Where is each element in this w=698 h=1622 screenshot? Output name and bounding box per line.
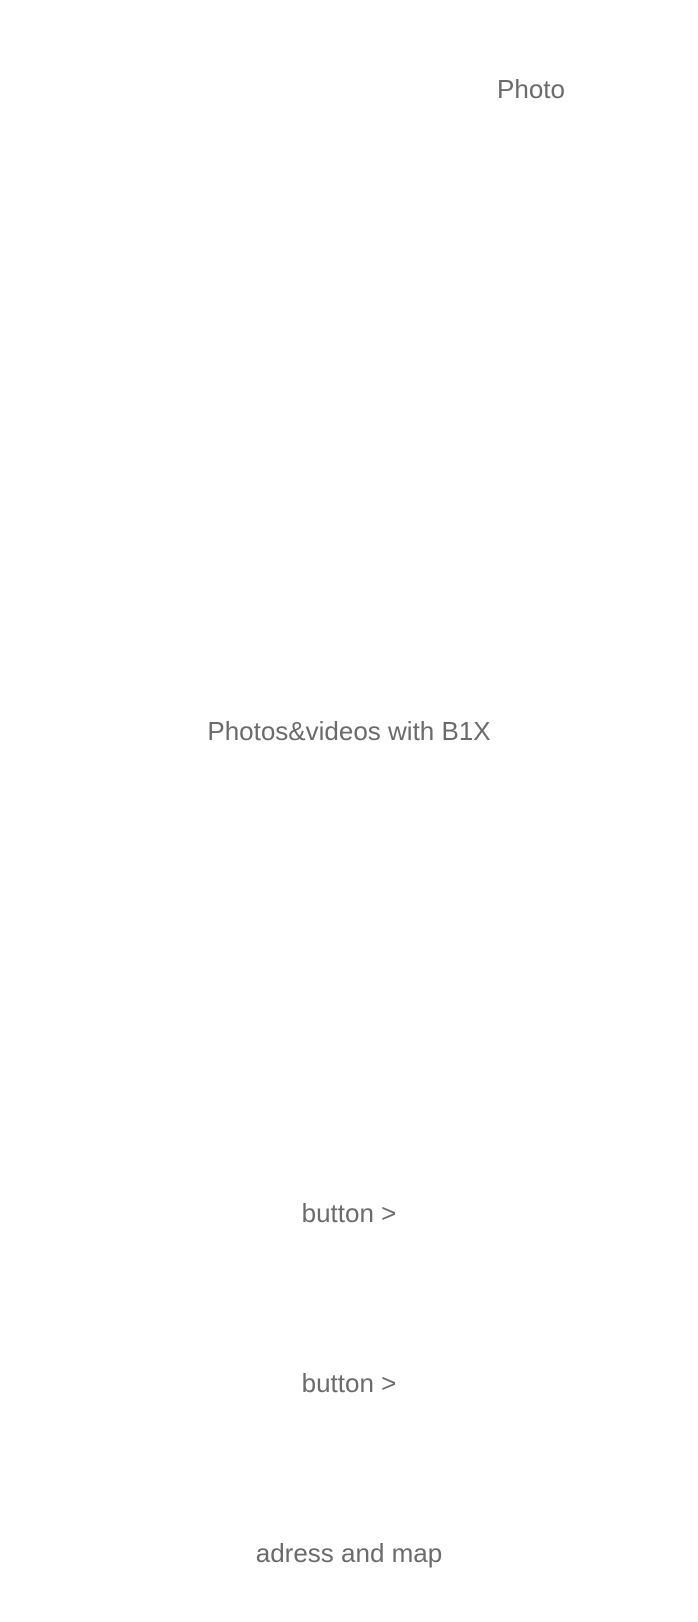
page: Photo Photos&videos with B1X button > bu… bbox=[0, 0, 698, 1622]
first-button[interactable]: button > bbox=[0, 1198, 698, 1228]
photo-label: Photo bbox=[497, 74, 565, 104]
second-button[interactable]: button > bbox=[0, 1368, 698, 1398]
photos-videos-caption: Photos&videos with B1X bbox=[207, 716, 491, 746]
address-and-map-label: adress and map bbox=[255, 1538, 443, 1568]
